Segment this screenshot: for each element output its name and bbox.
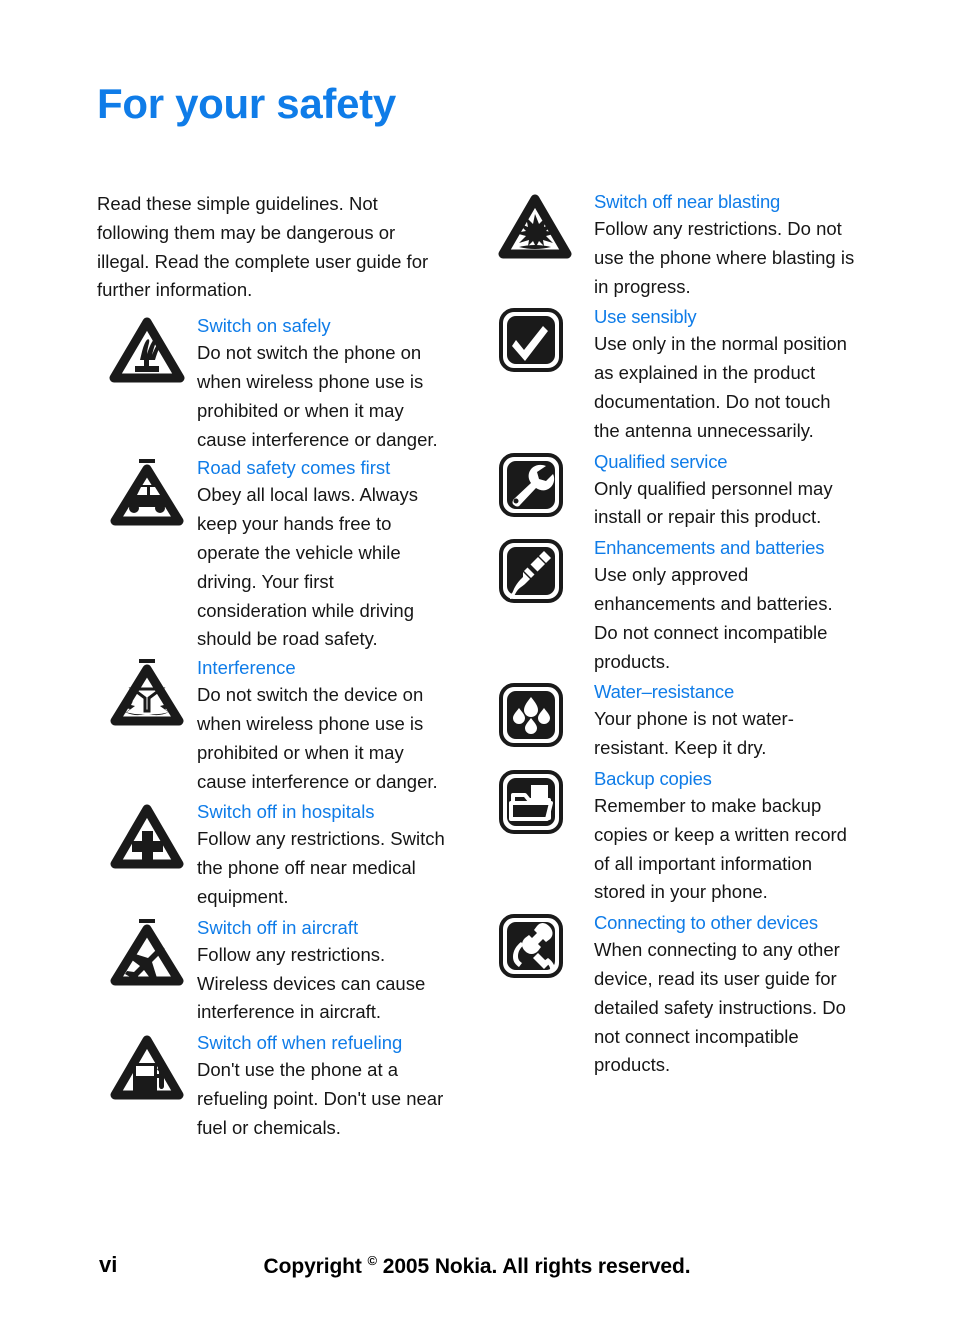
entry-title: Interference xyxy=(197,657,296,679)
interference-antenna-triangle-icon xyxy=(97,656,197,728)
entry-body: Don't use the phone at a refueling point… xyxy=(197,1059,444,1138)
entry-title: Connecting to other devices xyxy=(594,912,818,934)
aircraft-airplane-triangle-icon xyxy=(97,916,197,988)
entry-body: Follow any restrictions. Switch the phon… xyxy=(197,828,445,907)
entry-title: Switch off when refueling xyxy=(197,1032,403,1054)
entry-title: Backup copies xyxy=(594,767,712,789)
document-page: For your safety Read these simple guidel… xyxy=(0,0,954,1322)
entry-body: Follow any restrictions. Wireless device… xyxy=(197,943,426,1023)
qualified-service-wrench-icon xyxy=(495,450,594,518)
use-sensibly-checkmark-icon xyxy=(495,305,594,373)
hospital-cross-triangle-icon xyxy=(97,800,197,872)
road-safety-car-triangle-icon xyxy=(97,456,197,528)
right-column: Switch off near blasting Follow any rest… xyxy=(495,190,855,1081)
blasting-explosion-triangle-icon xyxy=(495,190,594,262)
entry-body: Only qualified personnel may install or … xyxy=(594,477,833,528)
safety-entry: Road safety comes first Obey all local l… xyxy=(97,456,457,654)
entry-title: Switch off in hospitals xyxy=(197,801,375,823)
entry-body: Do not switch the phone on when wireless… xyxy=(197,342,438,450)
refueling-fuel-pump-triangle-icon xyxy=(97,1031,197,1103)
entry-body: Do not switch the device on when wireles… xyxy=(197,684,438,792)
connecting-devices-plugs-icon xyxy=(495,911,594,979)
entry-body: Obey all local laws. Always keep your ha… xyxy=(197,484,419,650)
copyright-notice: Copyright © 2005 Nokia. All rights reser… xyxy=(0,1253,954,1279)
switch-on-safely-triangle-icon xyxy=(97,314,197,386)
water-resistance-droplets-icon xyxy=(495,680,594,748)
entry-title: Road safety comes first xyxy=(197,457,391,479)
entry-body: Follow any restrictions. Do not use the … xyxy=(594,218,855,297)
entry-title: Qualified service xyxy=(594,450,728,472)
copyright-suffix: 2005 Nokia. All rights reserved. xyxy=(377,1255,691,1278)
backup-copies-folder-icon xyxy=(495,767,594,835)
safety-entry: Interference Do not switch the device on… xyxy=(97,656,457,796)
safety-entry: Enhancements and batteries Use only appr… xyxy=(495,536,855,676)
safety-entry: Switch off near blasting Follow any rest… xyxy=(495,190,855,301)
left-column: Read these simple guidelines. Not follow… xyxy=(97,190,457,1144)
safety-entry: Use sensibly Use only in the normal posi… xyxy=(495,305,855,445)
safety-entry: Switch off in aircraft Follow any restri… xyxy=(97,916,457,1027)
safety-entry: Switch on safely Do not switch the phone… xyxy=(97,314,457,454)
page-title: For your safety xyxy=(97,80,396,127)
safety-entry: Connecting to other devices When connect… xyxy=(495,911,855,1080)
page-footer: vi Copyright © 2005 Nokia. All rights re… xyxy=(0,1252,954,1288)
entry-body: Use only in the normal position as expla… xyxy=(594,333,847,441)
entry-body: When connecting to any other device, rea… xyxy=(594,939,846,1076)
entry-title: Switch on safely xyxy=(197,315,331,337)
safety-entry: Switch off when refueling Don't use the … xyxy=(97,1031,457,1142)
safety-entry: Switch off in hospitals Follow any restr… xyxy=(97,800,457,911)
entry-title: Enhancements and batteries xyxy=(594,537,825,559)
entry-title: Water–resistance xyxy=(594,681,735,703)
enhancements-batteries-icon xyxy=(495,536,594,604)
safety-entry: Qualified service Only qualified personn… xyxy=(495,450,855,533)
entry-title: Use sensibly xyxy=(594,306,697,328)
entry-body: Remember to make backup copies or keep a… xyxy=(594,794,847,903)
entry-title: Switch off in aircraft xyxy=(197,916,359,938)
safety-entry: Water–resistance Your phone is not water… xyxy=(495,680,855,763)
entry-title: Switch off near blasting xyxy=(594,191,781,212)
copyright-prefix: Copyright xyxy=(263,1255,368,1278)
entry-body: Your phone is not water-resistant. Keep … xyxy=(594,708,794,759)
intro-paragraph: Read these simple guidelines. Not follow… xyxy=(97,193,429,301)
entry-body: Use only approved enhancements and batte… xyxy=(594,564,833,672)
copyright-symbol: © xyxy=(367,1253,378,1268)
safety-entry: Backup copies Remember to make backup co… xyxy=(495,767,855,907)
